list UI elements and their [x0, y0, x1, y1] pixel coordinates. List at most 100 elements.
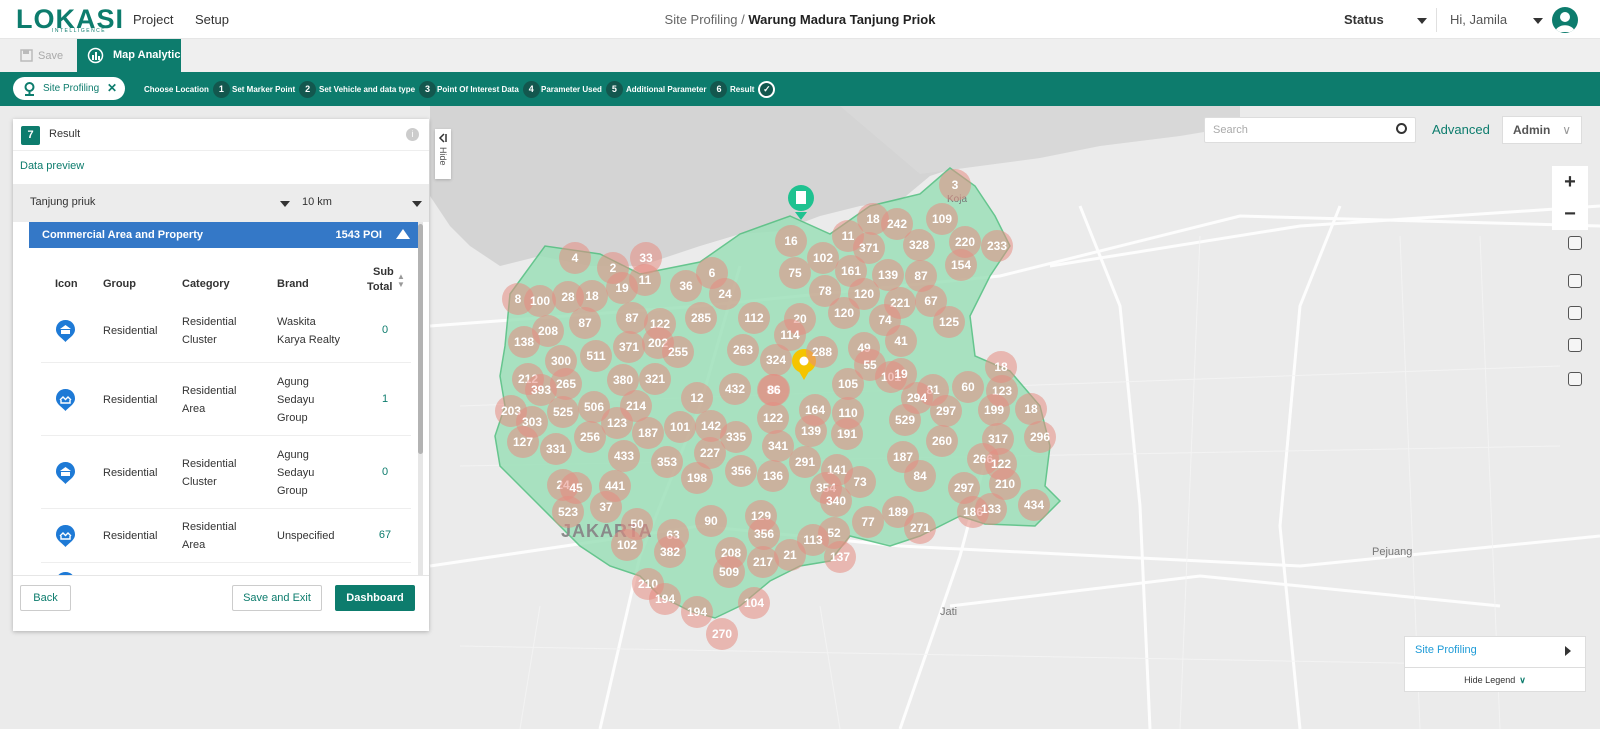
poi-cluster[interactable]: 137 [824, 541, 856, 573]
poi-cluster[interactable]: 105 [832, 368, 864, 400]
poi-cluster[interactable]: 296 [1024, 421, 1056, 453]
poi-cluster[interactable]: 90 [695, 505, 727, 537]
poi-cluster[interactable]: 191 [831, 418, 863, 450]
poi-cluster[interactable]: 255 [662, 336, 694, 368]
search-icon[interactable] [1396, 123, 1407, 134]
poi-cluster[interactable]: 16 [775, 225, 807, 257]
poi-cluster[interactable]: 139 [795, 415, 827, 447]
poi-cluster[interactable]: 125 [933, 306, 965, 338]
poi-cluster[interactable]: 434 [1018, 489, 1050, 521]
poi-cluster[interactable]: 4 [559, 242, 591, 274]
admin-dropdown[interactable]: Admin ∨ [1502, 116, 1582, 144]
status-dropdown[interactable]: Status [1344, 12, 1428, 27]
legend-item-site-profiling[interactable]: Site Profiling [1415, 644, 1477, 656]
sort-icon[interactable]: ▲ ▼ [397, 273, 405, 289]
poi-cluster[interactable]: 233 [981, 230, 1013, 262]
step-additional-parameter[interactable]: Additional Parameter 6 [626, 81, 728, 98]
poi-cluster[interactable]: 525 [547, 396, 579, 428]
poi-cluster[interactable]: 87 [569, 307, 601, 339]
poi-cluster[interactable]: 84 [904, 460, 936, 492]
poi-cluster[interactable]: 154 [945, 249, 977, 281]
poi-cluster[interactable]: 21 [774, 539, 806, 571]
poi-cluster[interactable]: 87 [616, 302, 648, 334]
locate-icon[interactable] [1568, 236, 1582, 250]
poi-cluster[interactable]: 60 [952, 371, 984, 403]
poi-cluster[interactable]: 199 [978, 394, 1010, 426]
poi-cluster[interactable]: 100 [524, 285, 556, 317]
poi-cluster[interactable]: 271 [904, 512, 936, 544]
poi-cluster[interactable]: 353 [651, 446, 683, 478]
step-set-vehicle[interactable]: Set Vehicle and data type 3 [319, 81, 437, 98]
column-header[interactable]: Total [367, 281, 392, 293]
poi-cluster[interactable]: 328 [903, 229, 935, 261]
poi-cluster[interactable]: 288 [806, 336, 838, 368]
layers-icon[interactable] [1568, 274, 1582, 288]
zoom-out-button[interactable]: − [1552, 198, 1588, 230]
step-result[interactable]: Result ✓ [730, 81, 776, 98]
filter-sliders-icon[interactable] [1568, 306, 1582, 320]
poi-cluster[interactable]: 297 [930, 395, 962, 427]
table-row[interactable]: Residential Residential Area Unspecified 67 [41, 509, 411, 563]
poi-cluster[interactable]: 432 [719, 373, 751, 405]
poi-cluster[interactable]: 36 [670, 270, 702, 302]
poi-cluster[interactable]: 511 [580, 340, 612, 372]
poi-cluster[interactable]: 291 [789, 446, 821, 478]
user-menu[interactable]: Hi, Jamila [1450, 12, 1543, 27]
poi-cluster[interactable]: 285 [685, 302, 717, 334]
poi-cluster[interactable]: 11 [629, 264, 661, 296]
poi-cluster[interactable]: 324 [760, 344, 792, 376]
scrollbar[interactable] [418, 222, 423, 582]
poi-cluster[interactable]: 331 [540, 433, 572, 465]
poi-cluster[interactable]: 433 [608, 440, 640, 472]
poi-cluster[interactable]: 120 [828, 297, 860, 329]
poi-cluster[interactable]: 112 [738, 302, 770, 334]
poi-cluster[interactable]: 122 [757, 402, 789, 434]
save-button[interactable]: Save [14, 45, 74, 67]
poi-cluster[interactable]: 102 [611, 529, 643, 561]
table-row[interactable]: Residential Residential Cluster Waskita Kary… [41, 299, 411, 363]
poi-cluster[interactable]: 138 [508, 326, 540, 358]
poi-cluster[interactable]: 194 [681, 596, 713, 628]
hide-legend-button[interactable]: Hide Legend ∨ [1405, 667, 1585, 692]
poi-cluster[interactable]: 270 [706, 618, 738, 650]
poi-cluster[interactable]: 263 [727, 334, 759, 366]
poi-cluster[interactable]: 260 [926, 425, 958, 457]
poi-cluster[interactable]: 198 [681, 462, 713, 494]
poi-cluster[interactable]: 265 [550, 368, 582, 400]
poi-cluster[interactable]: 101 [664, 411, 696, 443]
poi-cluster[interactable]: 371 [613, 331, 645, 363]
step-parameter-used[interactable]: Parameter Used 5 [541, 81, 623, 98]
poi-cluster[interactable]: 194 [649, 583, 681, 615]
advanced-link[interactable]: Advanced [1432, 122, 1490, 137]
lokasi-logo[interactable]: LOKASI INTELLIGENCE [16, 4, 123, 34]
data-preview-link[interactable]: Data preview [20, 160, 84, 172]
nav-project[interactable]: Project [133, 12, 173, 27]
poi-cluster[interactable]: 256 [574, 421, 606, 453]
poi-cluster[interactable]: 24 [709, 278, 741, 310]
column-header[interactable]: Sub [373, 266, 394, 278]
close-icon[interactable]: ✕ [107, 77, 117, 100]
poi-cluster[interactable]: 187 [632, 417, 664, 449]
poi-cluster[interactable]: 356 [725, 455, 757, 487]
table-row[interactable]: Residential Residential Cluster Agung Sedayu… [41, 436, 411, 509]
poi-cluster[interactable]: 523 [552, 496, 584, 528]
step-choose-location[interactable]: Choose Location 1 [144, 81, 230, 98]
poi-cluster[interactable]: 104 [738, 587, 770, 619]
hide-panel-toggle[interactable]: Hide [435, 129, 451, 179]
step-poi-data[interactable]: Point Of Interest Data 4 [437, 81, 540, 98]
poi-cluster[interactable]: 340 [820, 485, 852, 517]
poi-cluster[interactable]: 133 [975, 493, 1007, 525]
zoom-in-button[interactable]: + [1552, 166, 1588, 198]
poi-cluster[interactable]: 37 [590, 491, 622, 523]
back-button[interactable]: Back [20, 585, 71, 611]
poi-cluster[interactable]: 75 [779, 257, 811, 289]
poi-cluster[interactable]: 77 [852, 506, 884, 538]
poi-cluster[interactable]: 41 [885, 325, 917, 357]
copy-icon[interactable] [1568, 338, 1582, 352]
chevron-right-icon[interactable] [1565, 646, 1571, 656]
scrollbar-thumb[interactable] [418, 224, 423, 454]
site-profiling-chip[interactable]: Site Profiling ✕ [13, 77, 125, 100]
table-row[interactable]: Residential Residential Area Agung Sedayu Gro… [41, 363, 411, 436]
poi-cluster[interactable]: 136 [757, 460, 789, 492]
poi-cluster[interactable]: 321 [639, 363, 671, 395]
